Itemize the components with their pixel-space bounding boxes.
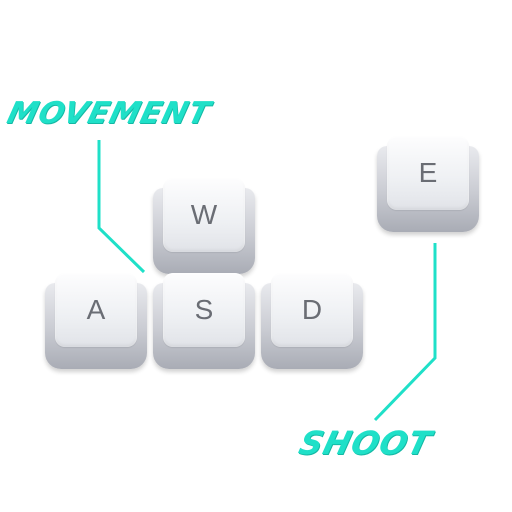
- key-e[interactable]: E: [377, 136, 479, 232]
- key-e-cap: E: [387, 136, 469, 210]
- key-d-letter: D: [301, 294, 323, 325]
- shoot-label: SHOOT: [295, 424, 436, 462]
- key-s-cap: S: [163, 273, 245, 347]
- key-s[interactable]: S: [153, 273, 255, 369]
- connector-lines: [97, 140, 437, 422]
- key-a[interactable]: A: [45, 273, 147, 369]
- key-a-letter: A: [86, 294, 106, 325]
- key-w-cap: W: [163, 178, 245, 252]
- key-w[interactable]: W: [153, 178, 255, 274]
- key-d-cap: D: [271, 273, 353, 347]
- movement-label: MOVEMENT: [3, 96, 215, 131]
- controls-diagram: MOVEMENT SHOOT W A S D E: [0, 0, 512, 512]
- key-a-cap: A: [55, 273, 137, 347]
- movement-connector-line: [97, 140, 146, 274]
- shoot-connector-line: [373, 243, 437, 422]
- key-w-letter: W: [190, 199, 218, 230]
- key-s-letter: S: [194, 294, 214, 325]
- key-d[interactable]: D: [261, 273, 363, 369]
- key-e-letter: E: [418, 157, 438, 188]
